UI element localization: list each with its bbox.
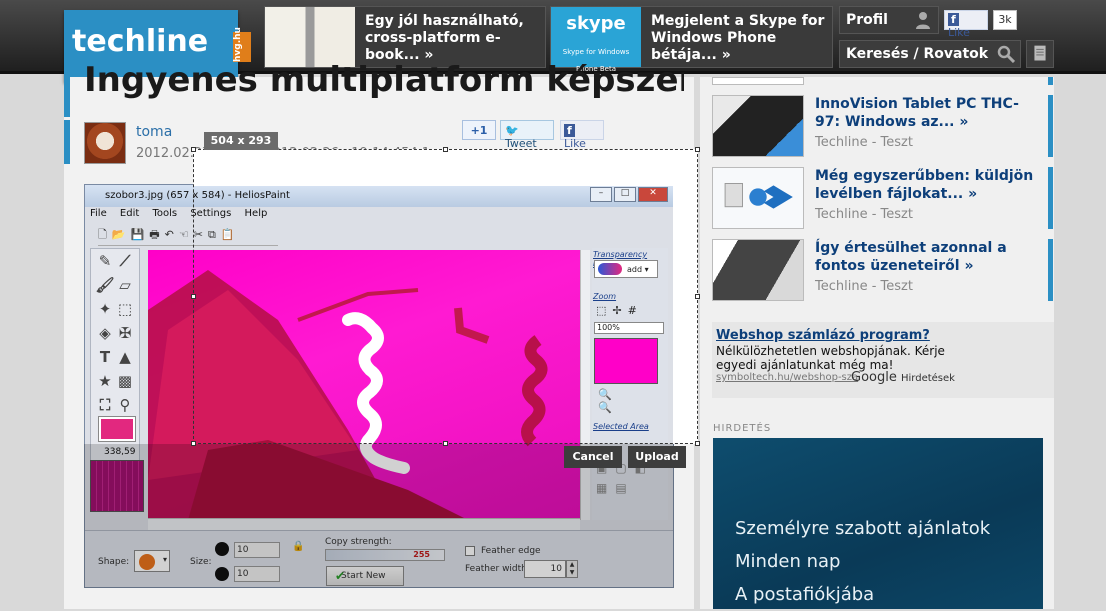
magic-icon[interactable]: ★ [95, 369, 115, 393]
print-icon[interactable]: 🖶 [149, 228, 164, 241]
fill-icon[interactable]: ◈ [95, 321, 115, 345]
ad-url[interactable]: symboltech.hu/webshop-sza [716, 372, 858, 383]
banner-line: Személyre szabott ajánlatok [735, 518, 991, 539]
skype-logo-text: skype [566, 13, 626, 34]
text-icon[interactable]: T [95, 345, 115, 369]
dropbox-icon [724, 183, 793, 209]
ads-suffix: Hirdetések [900, 373, 955, 384]
resize-handle-n[interactable] [443, 147, 448, 152]
resize-handle-nw[interactable] [191, 147, 196, 152]
paint-brush-icon[interactable]: 🖌 [95, 273, 115, 297]
user-icon [916, 12, 930, 29]
banner-line: Minden nap [735, 551, 841, 572]
author-name[interactable]: toma [136, 124, 172, 140]
cancel-button[interactable]: Cancel [564, 446, 622, 468]
sidebar-item-tablet[interactable]: InnoVision Tablet PC THC-97: Windows az.… [712, 95, 1054, 161]
sidebar-item-source: Techline - Teszt [815, 207, 913, 222]
ad-banner[interactable]: Személyre szabott ajánlatok Minden nap A… [713, 438, 1043, 609]
thumb [712, 77, 804, 85]
upload-button[interactable]: Upload [628, 446, 686, 468]
selection-dimensions: 504 x 293 [204, 132, 278, 150]
save-icon[interactable]: 💾 [131, 228, 150, 241]
menu-file[interactable]: File [90, 208, 107, 219]
skype-thumbnail: skype Skype for Windows Phone Beta [551, 7, 641, 73]
advertisement-label: HIRDETÉS [713, 423, 772, 434]
google-plus-button[interactable]: +1 [462, 120, 496, 140]
document-icon[interactable] [1026, 40, 1054, 68]
news-thumbnail [265, 7, 355, 67]
sidebar-item-title[interactable]: Így értesülhet azonnal a fontos üzenetei… [815, 239, 1035, 275]
sidebar-item-title[interactable]: Még egyszerűbben: küldjön levélben fájlo… [815, 167, 1035, 203]
menu-tools[interactable]: Tools [152, 208, 177, 219]
resize-handle-sw[interactable] [191, 441, 196, 446]
google-ads-label[interactable]: Google Hirdetések [851, 370, 955, 385]
fb-like-label: Like [948, 26, 970, 39]
eraser-icon[interactable]: ▱ [115, 273, 135, 297]
color-swatch[interactable] [98, 416, 136, 442]
search-icon[interactable] [997, 45, 1015, 63]
facebook-f-icon: f [564, 124, 575, 137]
ad-title[interactable]: Webshop számlázó program? [716, 328, 930, 343]
author-avatar[interactable] [84, 122, 126, 164]
google-logo: Google [851, 370, 897, 385]
accent-bar [1048, 239, 1053, 301]
pan-icon[interactable]: ☜ [179, 228, 194, 241]
meta-accent-bar [64, 120, 70, 164]
accent-bar [1048, 95, 1053, 157]
spray-icon[interactable]: ✦ [95, 297, 115, 321]
crop-icon[interactable]: ⛶ [95, 393, 115, 417]
undo-icon[interactable]: ↶ [165, 228, 179, 241]
sidebar-item-source: Techline - Teszt [815, 279, 913, 294]
accent-bar [1048, 167, 1053, 229]
sidebar-item-files[interactable]: Még egyszerűbben: küldjön levélben fájlo… [712, 167, 1054, 233]
clone-icon[interactable]: ✠ [115, 321, 135, 345]
news-title: Egy jól használható, cross-platform e-bo… [365, 13, 524, 63]
search-sections-button[interactable]: Keresés / Rovatok [839, 40, 1021, 68]
open-folder-icon[interactable]: 📂 [112, 228, 131, 241]
facebook-like-button[interactable]: f Like [944, 10, 988, 39]
sidebar-item-partial[interactable] [712, 77, 1054, 85]
monitor-thumbnail [712, 239, 804, 301]
accent-bar [1048, 77, 1053, 85]
facebook-f-icon: f [948, 13, 959, 26]
gradient-icon[interactable]: ▩ [115, 369, 135, 393]
tweet-button[interactable]: 🐦Tweet [500, 120, 554, 150]
article-facebook-like-button[interactable]: f Like [560, 120, 604, 150]
eyedropper-icon[interactable]: ⚲ [115, 393, 135, 417]
pencil-icon[interactable]: ✎ [95, 249, 115, 273]
shapes-icon[interactable]: ▲ [115, 345, 135, 369]
new-file-icon[interactable]: 🗋 [98, 228, 112, 241]
ad-text: Nélkülözhetetlen webshopjának. Kérje egy… [716, 344, 945, 372]
sidebar-item-notifications[interactable]: Így értesülhet azonnal a fontos üzenetei… [712, 239, 1054, 305]
files-thumbnail [712, 167, 804, 229]
facebook-like-count: 3k [993, 10, 1017, 30]
resize-handle-s[interactable] [443, 441, 448, 446]
tablet-thumbnail [712, 95, 804, 157]
header-news-skype[interactable]: skype Skype for Windows Phone Beta Megjel… [550, 6, 833, 73]
header-news-ebook[interactable]: Egy jól használható, cross-platform e-bo… [264, 6, 546, 68]
menu-edit[interactable]: Edit [120, 208, 139, 219]
article-title: Ingyenes multiplatform képszerkesztő [84, 60, 684, 100]
sidebar-item-source: Techline - Teszt [815, 135, 913, 150]
capture-selection[interactable] [193, 149, 698, 444]
news-title: Megjelent a Skype for Windows Phone bétá… [651, 13, 825, 63]
twitter-bird-icon: 🐦 [505, 124, 519, 137]
hvg-tag: hvg.hu [233, 27, 251, 62]
select-icon[interactable]: ⬚ [115, 297, 135, 321]
sidebar-item-title[interactable]: InnoVision Tablet PC THC-97: Windows az.… [815, 95, 1035, 131]
title-accent-bar [64, 77, 70, 117]
resize-handle-w[interactable] [191, 294, 196, 299]
brush-icon[interactable]: ⟋ [115, 249, 135, 273]
banner-line: A postafiókjába [735, 584, 875, 605]
